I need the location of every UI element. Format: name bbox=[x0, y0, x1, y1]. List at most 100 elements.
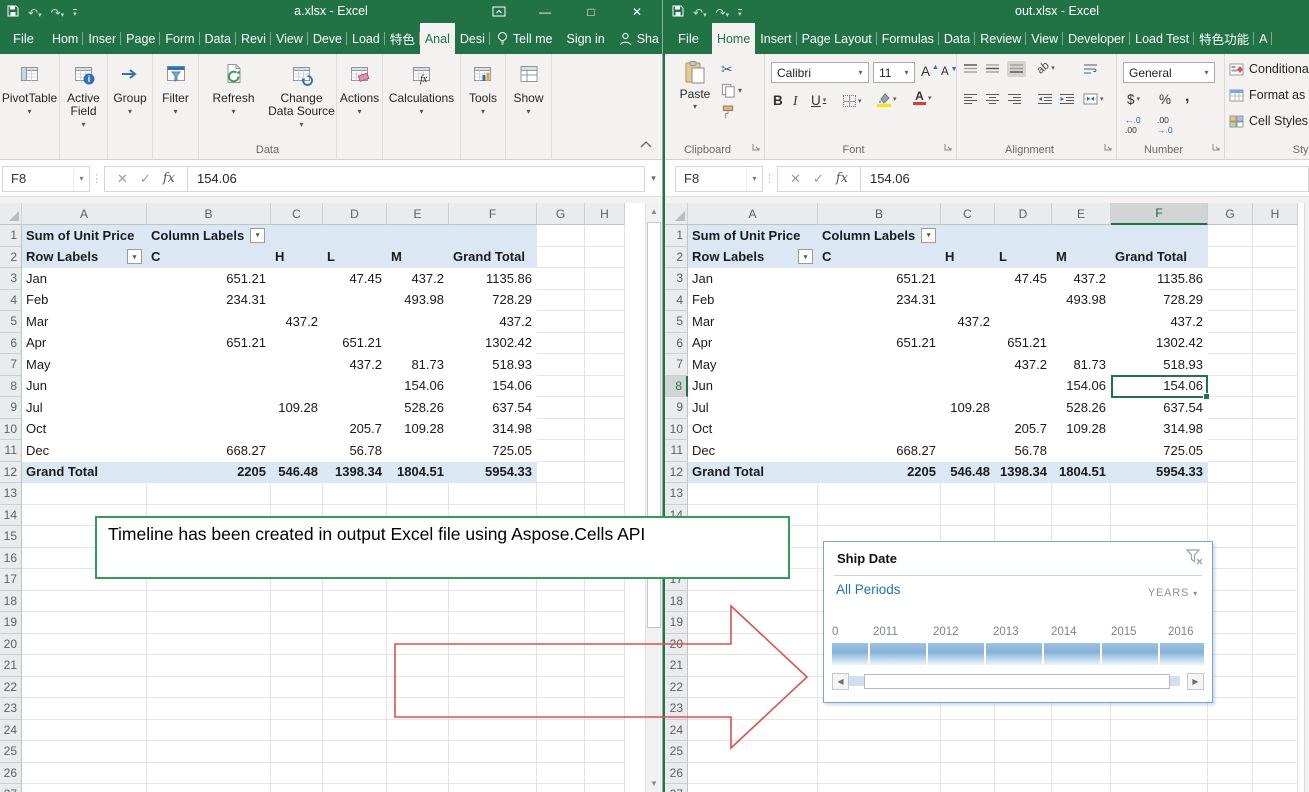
row-header-27[interactable]: 27 bbox=[665, 784, 688, 792]
cell-C3[interactable] bbox=[941, 268, 995, 290]
cell-B2[interactable]: C bbox=[818, 247, 941, 269]
cell-B5[interactable] bbox=[818, 311, 941, 333]
cell-D2[interactable]: L bbox=[995, 247, 1052, 269]
cell-H2[interactable] bbox=[1253, 247, 1298, 269]
format-painter-button[interactable] bbox=[721, 105, 742, 120]
save-icon[interactable] bbox=[672, 4, 684, 22]
cell-C3[interactable] bbox=[271, 268, 323, 290]
column-header-F[interactable]: F bbox=[449, 203, 537, 225]
cell-B12[interactable]: 2205 bbox=[818, 462, 941, 484]
file-tab[interactable]: File bbox=[665, 23, 712, 54]
cell-B6[interactable]: 651.21 bbox=[818, 333, 941, 355]
ribbon-tab-8[interactable]: Load bbox=[347, 23, 385, 54]
cell-B7[interactable] bbox=[818, 354, 941, 376]
ribbon-button-actions[interactable]: Actions▾ bbox=[337, 62, 383, 159]
row-header-21[interactable]: 21 bbox=[0, 655, 22, 677]
cell-B27[interactable] bbox=[818, 784, 941, 792]
ribbon-tab-6[interactable]: View bbox=[271, 23, 308, 54]
cell-B24[interactable] bbox=[147, 720, 271, 742]
cell-H23[interactable] bbox=[1253, 698, 1298, 720]
cell-A13[interactable] bbox=[22, 483, 147, 505]
cell-C2[interactable]: H bbox=[271, 247, 323, 269]
cell-F4[interactable]: 728.29 bbox=[1111, 290, 1208, 312]
ribbon-tab-8[interactable]: Load Test bbox=[1130, 23, 1194, 54]
column-header-A[interactable]: A bbox=[688, 203, 818, 225]
cell-A24[interactable] bbox=[22, 720, 147, 742]
ribbon-button-group[interactable]: Group▾ bbox=[108, 62, 153, 159]
cell-D5[interactable] bbox=[995, 311, 1052, 333]
cell-B2[interactable]: C bbox=[147, 247, 271, 269]
paste-button[interactable]: Paste ▾ bbox=[673, 60, 717, 111]
cell-D22[interactable] bbox=[323, 677, 387, 699]
timeline-ship-date[interactable]: Ship Date All Periods YEARS▾ 02011201220… bbox=[823, 541, 1213, 703]
ribbon-tab-0[interactable]: Home bbox=[712, 23, 755, 54]
cell-D18[interactable] bbox=[323, 591, 387, 613]
cell-H14[interactable] bbox=[1253, 505, 1298, 527]
comma-style-button[interactable]: , bbox=[1185, 88, 1189, 106]
cell-C23[interactable] bbox=[271, 698, 323, 720]
cell-H10[interactable] bbox=[1253, 419, 1298, 441]
cell-D1[interactable] bbox=[995, 225, 1052, 247]
row-header-12[interactable]: 12 bbox=[665, 462, 688, 484]
font-size-combobox[interactable]: 11▾ bbox=[873, 62, 915, 83]
ribbon-tab-0[interactable]: Hom bbox=[47, 23, 83, 54]
cell-B10[interactable] bbox=[147, 419, 271, 441]
ribbon-tab-10[interactable]: A bbox=[1254, 23, 1272, 54]
cell-B20[interactable] bbox=[147, 634, 271, 656]
column-header-B[interactable]: B bbox=[147, 203, 271, 225]
cell-G12[interactable] bbox=[537, 462, 585, 484]
row-header-14[interactable]: 14 bbox=[0, 505, 22, 527]
timeline-segment-2014[interactable] bbox=[1044, 643, 1100, 665]
borders-button[interactable]: ▾ bbox=[843, 95, 862, 107]
timeline-segment-2015[interactable] bbox=[1102, 643, 1158, 665]
cell-C25[interactable] bbox=[271, 741, 323, 763]
row-header-2[interactable]: 2 bbox=[0, 247, 22, 269]
cell-D8[interactable] bbox=[995, 376, 1052, 398]
ribbon-button-pivot[interactable]: PivotTable▾ bbox=[0, 62, 60, 159]
cell-C5[interactable]: 437.2 bbox=[941, 311, 995, 333]
cell-A13[interactable] bbox=[688, 483, 818, 505]
cell-A12[interactable]: Grand Total bbox=[688, 462, 818, 484]
cell-H2[interactable] bbox=[585, 247, 625, 269]
cell-H24[interactable] bbox=[1253, 720, 1298, 742]
cell-G8[interactable] bbox=[1208, 376, 1253, 398]
cell-E10[interactable]: 109.28 bbox=[387, 419, 449, 441]
underline-button[interactable]: U▾ bbox=[811, 93, 826, 108]
cell-B8[interactable] bbox=[147, 376, 271, 398]
middle-align-icon[interactable] bbox=[985, 63, 1000, 75]
cell-G5[interactable] bbox=[537, 311, 585, 333]
cell-C8[interactable] bbox=[941, 376, 995, 398]
column-header-H[interactable]: H bbox=[1253, 203, 1298, 225]
cell-H4[interactable] bbox=[585, 290, 625, 312]
file-tab[interactable]: File bbox=[0, 23, 47, 54]
name-box[interactable]: F8▾ bbox=[2, 166, 90, 192]
cell-B9[interactable] bbox=[147, 397, 271, 419]
enter-icon[interactable]: ✓ bbox=[140, 171, 151, 187]
cell-G26[interactable] bbox=[1208, 763, 1253, 785]
column-header-E[interactable]: E bbox=[387, 203, 449, 225]
cell-A6[interactable]: Apr bbox=[22, 333, 147, 355]
cell-D20[interactable] bbox=[323, 634, 387, 656]
cell-F10[interactable]: 314.98 bbox=[1111, 419, 1208, 441]
column-header-C[interactable]: C bbox=[941, 203, 995, 225]
cell-H11[interactable] bbox=[1253, 440, 1298, 462]
cell-F11[interactable]: 725.05 bbox=[1111, 440, 1208, 462]
cell-F26[interactable] bbox=[449, 763, 537, 785]
cell-C11[interactable] bbox=[271, 440, 323, 462]
timeline-scroll-left-icon[interactable]: ◀ bbox=[832, 673, 849, 690]
select-all-corner[interactable] bbox=[0, 203, 22, 225]
cell-G3[interactable] bbox=[1208, 268, 1253, 290]
cell-D27[interactable] bbox=[995, 784, 1052, 792]
cell-D5[interactable] bbox=[323, 311, 387, 333]
cell-D4[interactable] bbox=[995, 290, 1052, 312]
cell-H1[interactable] bbox=[1253, 225, 1298, 247]
cell-H6[interactable] bbox=[585, 333, 625, 355]
timeline-segment-2012[interactable] bbox=[928, 643, 984, 665]
cell-A4[interactable]: Feb bbox=[688, 290, 818, 312]
cell-E14[interactable] bbox=[1052, 505, 1111, 527]
cell-B10[interactable] bbox=[818, 419, 941, 441]
cell-E4[interactable]: 493.98 bbox=[1052, 290, 1111, 312]
cell-B8[interactable] bbox=[818, 376, 941, 398]
timeline-scroll-track[interactable] bbox=[1170, 676, 1180, 686]
cell-G2[interactable] bbox=[1208, 247, 1253, 269]
